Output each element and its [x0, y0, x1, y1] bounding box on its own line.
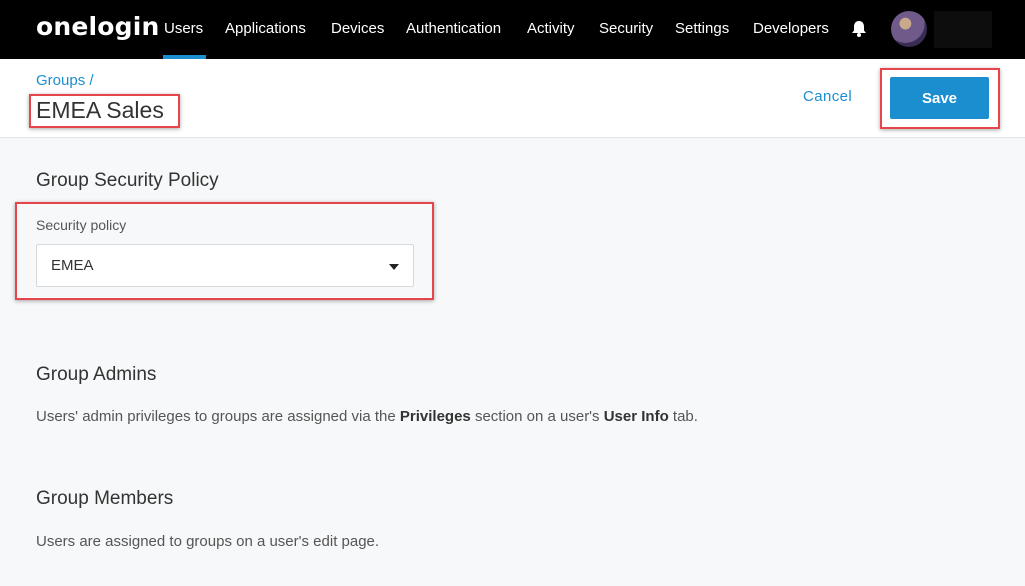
nav-item-devices[interactable]: Devices: [331, 20, 384, 37]
nav-item-settings[interactable]: Settings: [675, 20, 729, 37]
breadcrumb-groups[interactable]: Groups /: [36, 72, 94, 89]
caret-down-icon: [389, 264, 399, 270]
nav-item-users[interactable]: Users: [164, 20, 203, 37]
security-policy-value: EMEA: [51, 257, 94, 274]
cancel-button[interactable]: Cancel: [803, 88, 852, 105]
highlight-title: [29, 94, 180, 128]
user-avatar[interactable]: [891, 11, 927, 47]
nav-item-developers[interactable]: Developers: [753, 20, 829, 37]
top-navigation-bar: onelogin Users Applications Devices Auth…: [0, 0, 1025, 59]
nav-item-applications[interactable]: Applications: [225, 20, 306, 37]
group-members-description: Users are assigned to groups on a user's…: [36, 533, 380, 550]
privileges-emphasis: Privileges: [399, 408, 471, 425]
group-admins-description: Users' admin privileges to groups are as…: [36, 408, 698, 425]
username-redacted[interactable]: [934, 11, 992, 48]
section-title-group-members: Group Members: [36, 488, 174, 509]
user-info-emphasis: User Info: [603, 408, 669, 425]
section-title-group-admins: Group Admins: [36, 364, 157, 385]
highlight-save: [880, 68, 1000, 129]
bell-icon[interactable]: [849, 19, 869, 39]
admins-text-middle: section on a user's: [470, 408, 604, 425]
admins-text-after: tab.: [668, 408, 698, 425]
nav-item-authentication[interactable]: Authentication: [406, 20, 501, 37]
nav-item-security[interactable]: Security: [599, 20, 653, 37]
admins-text-before: Users' admin privileges to groups are as…: [36, 408, 400, 425]
onelogin-logo[interactable]: onelogin: [36, 12, 160, 41]
security-policy-label: Security policy: [36, 217, 127, 233]
section-title-security-policy: Group Security Policy: [36, 170, 219, 191]
security-policy-select[interactable]: EMEA: [36, 244, 414, 287]
nav-item-activity[interactable]: Activity: [527, 20, 575, 37]
